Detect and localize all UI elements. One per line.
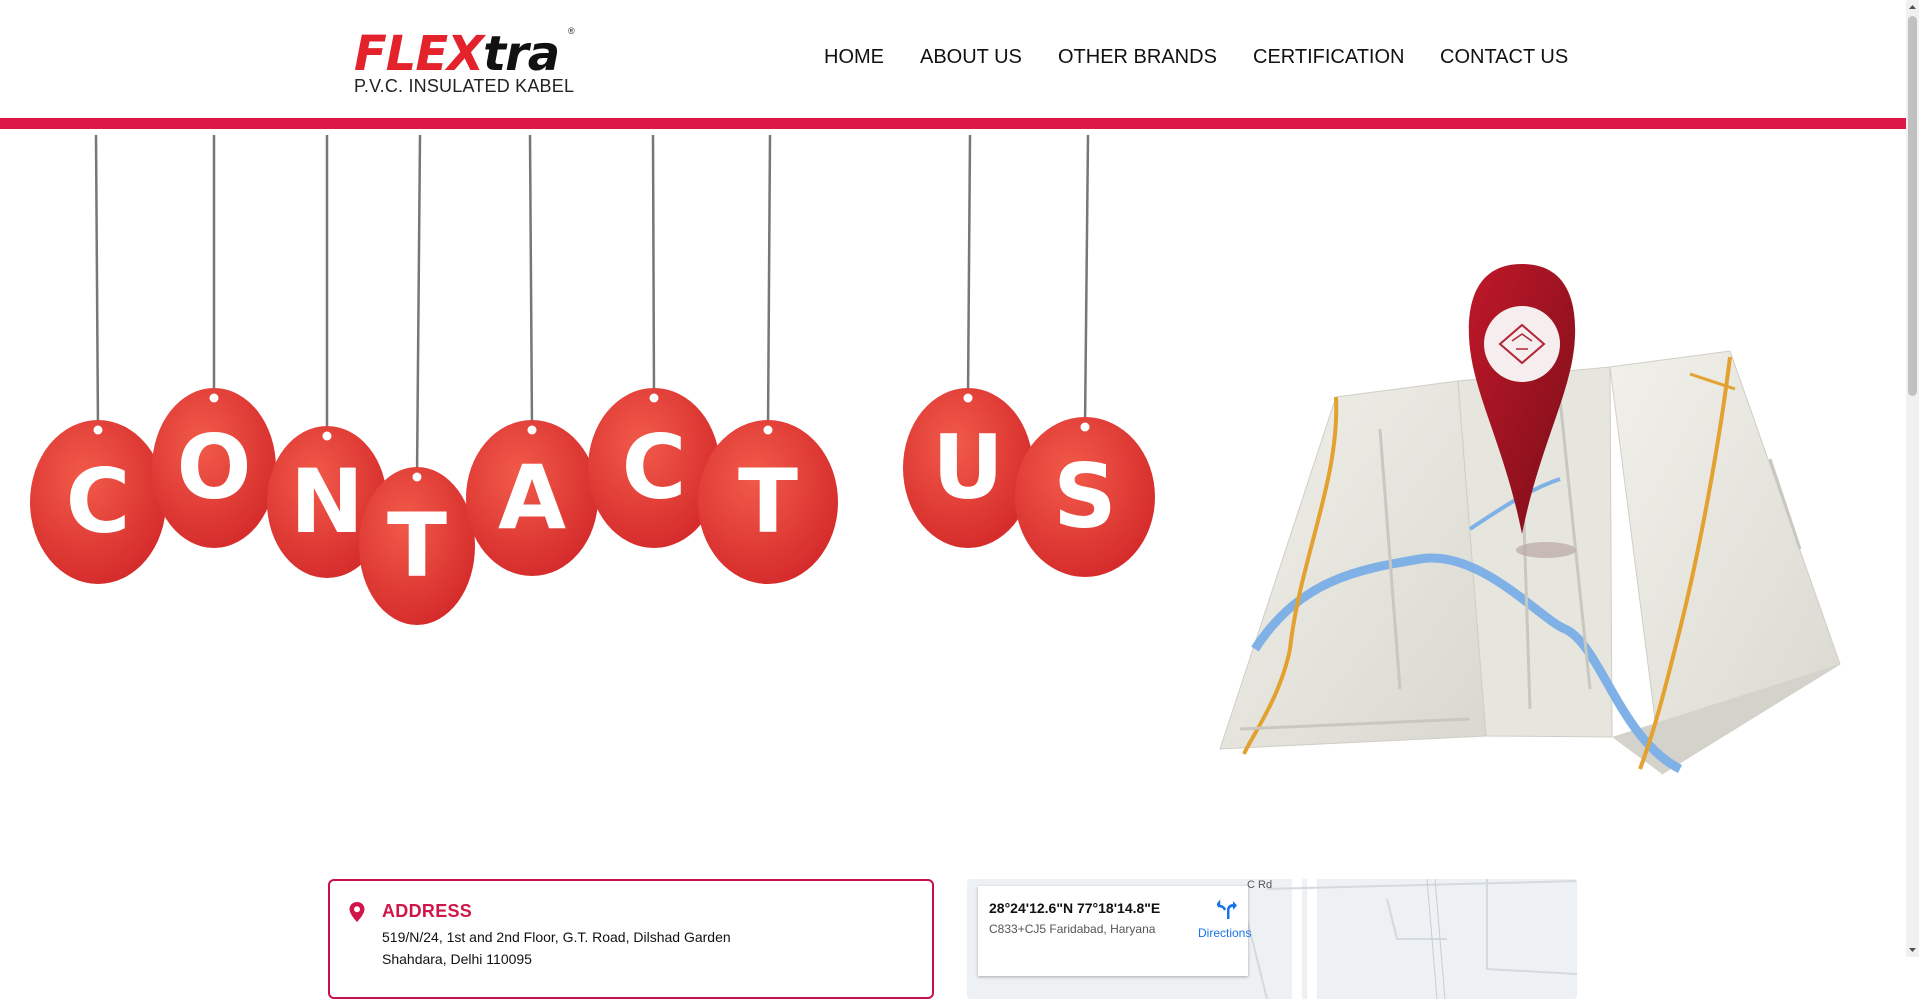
tag-hole	[649, 393, 659, 403]
tag-string	[966, 134, 972, 399]
contact-content: ADDRESS 519/N/24, 1st and 2nd Floor, G.T…	[0, 870, 1906, 999]
tag-letter: T	[387, 494, 447, 597]
address-line-2: Shahdara, Delhi 110095	[382, 951, 532, 967]
tag-string	[1083, 134, 1090, 428]
embedded-map[interactable]: C Rd 28°24'12.6"N 77°18'14.8"E C833+CJ5 …	[967, 879, 1577, 999]
tag-hole	[93, 425, 103, 435]
tag-letter: S	[1053, 445, 1116, 548]
map-marker-icon	[349, 902, 365, 922]
tag-string	[766, 134, 772, 431]
scroll-down-arrow-icon[interactable]	[1906, 943, 1919, 957]
directions-link[interactable]: Directions	[1198, 926, 1251, 940]
tag-letter: T	[738, 450, 798, 553]
header-accent-bar	[0, 118, 1906, 129]
hanging-letter-tags: CONTACTUS	[30, 134, 1155, 625]
nav-other-brands[interactable]: OTHER BRANDS	[1058, 46, 1217, 69]
page-scrollbar[interactable]	[1906, 0, 1919, 957]
tag-hole	[322, 431, 332, 441]
tag-string	[528, 134, 534, 431]
address-line-1: 519/N/24, 1st and 2nd Floor, G.T. Road, …	[382, 929, 731, 945]
tag-hole	[412, 472, 422, 482]
address-card: ADDRESS 519/N/24, 1st and 2nd Floor, G.T…	[328, 879, 934, 999]
scroll-up-arrow-icon[interactable]	[1906, 0, 1919, 14]
tag-hole	[1080, 422, 1090, 432]
map-road-label: C Rd	[1247, 879, 1273, 891]
hero-banner: CONTACTUS	[0, 129, 1906, 829]
hero-illustration: CONTACTUS	[30, 134, 1841, 775]
tag-letter: O	[177, 416, 252, 519]
map-info-card: 28°24'12.6"N 77°18'14.8"E C833+CJ5 Farid…	[978, 886, 1251, 976]
tag-letter: C	[66, 450, 131, 553]
tag-string	[415, 134, 422, 478]
tag-letter: U	[932, 416, 1003, 519]
folded-map-illustration	[1219, 264, 1841, 775]
registered-mark: ®	[568, 26, 575, 36]
brand-logo[interactable]: FLEXtra ® P.V.C. INSULATED KABEL	[352, 26, 582, 98]
tag-hole	[527, 425, 537, 435]
scrollbar-thumb[interactable]	[1908, 16, 1917, 396]
tag-string	[94, 134, 100, 431]
map-place-name: C833+CJ5 Faridabad, Haryana	[989, 922, 1156, 936]
logo-tagline: P.V.C. INSULATED KABEL	[354, 76, 575, 96]
address-title: ADDRESS	[382, 901, 473, 921]
tag-letter: N	[290, 450, 364, 553]
logo-tra-text: tra	[483, 26, 560, 82]
nav-about-us[interactable]: ABOUT US	[920, 46, 1022, 69]
tag-hole	[209, 393, 219, 403]
directions-icon[interactable]	[1217, 898, 1237, 920]
tag-letter: C	[622, 416, 687, 519]
map-coordinates: 28°24'12.6"N 77°18'14.8"E	[989, 900, 1161, 916]
site-header: FLEXtra ® P.V.C. INSULATED KABEL HOME AB…	[0, 0, 1906, 118]
nav-contact-us[interactable]: CONTACT US	[1440, 46, 1568, 69]
tag-string	[651, 134, 656, 399]
nav-certification[interactable]: CERTIFICATION	[1253, 46, 1404, 69]
nav-home[interactable]: HOME	[824, 46, 884, 69]
logo-flex-text: FLEX	[354, 26, 484, 82]
logo-wordmark: FLEXtra	[354, 26, 560, 82]
tag-hole	[763, 425, 773, 435]
tag-letter: A	[498, 446, 566, 549]
tag-hole	[963, 393, 973, 403]
